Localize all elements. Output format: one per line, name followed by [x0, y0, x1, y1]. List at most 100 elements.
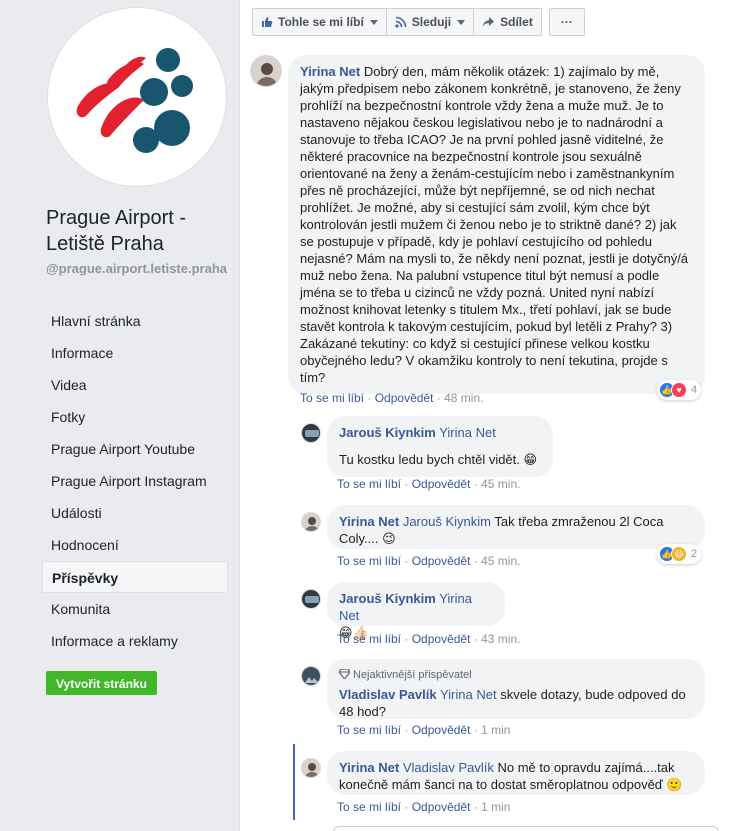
like-comment-link[interactable]: To se mi líbí: [337, 723, 401, 737]
like-comment-link[interactable]: To se mi líbí: [337, 632, 401, 646]
follow-label: Sleduji: [411, 15, 452, 29]
comment-actions: To se mi líbí · Odpovědět · 48 min.: [300, 390, 483, 406]
reply-link[interactable]: Odpovědět: [412, 800, 471, 814]
comment-timestamp[interactable]: 43 min.: [481, 632, 520, 646]
page-username[interactable]: @prague.airport.letiste.praha: [46, 261, 228, 276]
diamond-badge-icon: [338, 668, 351, 680]
comment-timestamp[interactable]: 45 min.: [481, 477, 520, 491]
page-title[interactable]: Prague Airport - Letiště Praha: [46, 205, 236, 257]
comment-text: Dobrý den, mám několik otázek: 1) zajíma…: [300, 64, 689, 385]
reply-link[interactable]: Odpovědět: [412, 554, 471, 568]
separator: ·: [404, 477, 409, 491]
avatar[interactable]: [301, 758, 321, 778]
nav-item-home[interactable]: Hlavní stránka: [42, 305, 228, 337]
reaction-count: 2: [691, 548, 698, 560]
comment-author[interactable]: Yirina Net: [339, 514, 399, 529]
avatar[interactable]: [301, 589, 321, 609]
nav-item-reviews[interactable]: Hodnocení: [42, 529, 228, 561]
nav-item-community[interactable]: Komunita: [42, 593, 228, 625]
user-avatar-icon: [302, 513, 320, 531]
like-comment-link[interactable]: To se mi líbí: [337, 554, 401, 568]
comment-author[interactable]: Jarouš Kiynkim: [339, 591, 436, 606]
comment-bubble: Yirina Net Vladislav Pavlík No mě to opr…: [327, 751, 705, 795]
comment-author[interactable]: Vladislav Pavlík: [339, 687, 437, 702]
comment-actions: To se mi líbí · Odpovědět · 45 min.: [337, 476, 520, 492]
comment-bubble: Yirina Net Dobrý den, mám několik otázek…: [288, 55, 705, 394]
reply-input-box[interactable]: [333, 826, 719, 831]
more-options-button[interactable]: ···: [548, 8, 585, 36]
haha-reaction-icon: 😆: [671, 546, 687, 562]
nav-item-events[interactable]: Události: [42, 497, 228, 529]
comment-text: Tu kostku ledu bych chtěl vidět. 😁: [339, 452, 538, 467]
separator: ·: [473, 632, 478, 646]
reply-link[interactable]: Odpovědět: [412, 723, 471, 737]
nav-item-posts[interactable]: Příspěvky: [42, 561, 228, 593]
separator: ·: [367, 391, 372, 405]
comment-actions: To se mi líbí · Odpovědět · 43 min.: [337, 631, 520, 647]
comment-bubble: Jarouš Kiynkim Yirina Net Tu kostku ledu…: [327, 416, 553, 477]
avatar[interactable]: [301, 423, 321, 443]
create-page-button[interactable]: Vytvořit stránku: [46, 671, 157, 695]
thumbs-up-icon: [262, 17, 273, 27]
comment-author[interactable]: Yirina Net: [300, 64, 360, 79]
page-sidebar: Prague Airport - Letiště Praha @prague.a…: [0, 0, 240, 831]
reaction-summary[interactable]: 👍 ♥ 4: [657, 380, 702, 400]
like-page-button[interactable]: Tohle se mi líbí: [252, 8, 387, 36]
comment-mention[interactable]: Yirina Net: [440, 687, 497, 702]
share-label: Sdílet: [500, 15, 533, 29]
avatar[interactable]: [250, 55, 282, 87]
nav-item-info-and-ads[interactable]: Informace a reklamy: [42, 625, 228, 657]
comment-bubble: Nejaktivnější přispěvatel Vladislav Pavl…: [327, 659, 705, 719]
comment-mention[interactable]: Yirina Net: [439, 425, 496, 440]
comment-mention[interactable]: Jarouš Kiynkim: [403, 514, 491, 529]
comment-author[interactable]: Yirina Net: [339, 760, 399, 775]
top-fan-label: Nejaktivnější přispěvatel: [353, 669, 472, 681]
comment-mention[interactable]: Vladislav Pavlík: [403, 760, 494, 775]
comment-timestamp[interactable]: 1 min: [481, 800, 510, 814]
page-action-bar: Tohle se mi líbí Sleduji Sdílet ···: [252, 8, 585, 36]
highlight-thread-indicator: [293, 744, 295, 820]
prague-airport-logo-icon: [76, 48, 193, 153]
comment-timestamp[interactable]: 45 min.: [481, 554, 520, 568]
reply-link[interactable]: Odpovědět: [412, 632, 471, 646]
separator: ·: [473, 800, 478, 814]
nav-item-videos[interactable]: Videa: [42, 369, 228, 401]
comment-actions: To se mi líbí · Odpovědět · 45 min.: [337, 553, 520, 569]
reaction-summary[interactable]: 👍 😆 2: [657, 544, 702, 564]
user-avatar-icon: [302, 590, 320, 608]
separator: ·: [404, 723, 409, 737]
nav-item-photos[interactable]: Fotky: [42, 401, 228, 433]
comment-timestamp[interactable]: 1 min: [481, 723, 510, 737]
reply-link[interactable]: Odpovědět: [412, 477, 471, 491]
separator: ·: [473, 554, 478, 568]
separator: ·: [404, 800, 409, 814]
separator: ·: [404, 632, 409, 646]
user-avatar-icon: [302, 424, 320, 442]
like-page-label: Tohle se mi líbí: [278, 15, 364, 29]
page-navigation: Hlavní stránka Informace Videa Fotky Pra…: [42, 305, 228, 657]
avatar[interactable]: [301, 512, 321, 532]
page-profile-picture[interactable]: [47, 7, 227, 187]
avatar[interactable]: [301, 666, 321, 686]
separator: ·: [473, 723, 478, 737]
like-comment-link[interactable]: To se mi líbí: [337, 477, 401, 491]
separator: ·: [436, 391, 441, 405]
separator: ·: [404, 554, 409, 568]
comment-timestamp[interactable]: 48 min.: [444, 391, 483, 405]
nav-item-about[interactable]: Informace: [42, 337, 228, 369]
comment-actions: To se mi líbí · Odpovědět · 1 min: [337, 722, 510, 738]
heart-reaction-icon: ♥: [671, 382, 687, 398]
comment-bubble: Jarouš Kiynkim Yirina Net 😁👍🏻: [327, 582, 505, 640]
reaction-count: 4: [691, 384, 698, 396]
nav-item-instagram[interactable]: Prague Airport Instagram: [42, 465, 228, 497]
like-comment-link[interactable]: To se mi líbí: [337, 800, 401, 814]
reply-link[interactable]: Odpovědět: [375, 391, 434, 405]
like-comment-link[interactable]: To se mi líbí: [300, 391, 364, 405]
comment-actions: To se mi líbí · Odpovědět · 1 min: [337, 799, 510, 815]
follow-button[interactable]: Sleduji: [385, 8, 475, 36]
share-button[interactable]: Sdílet: [473, 8, 542, 36]
rss-icon: [395, 16, 407, 28]
comment-author[interactable]: Jarouš Kiynkim: [339, 425, 436, 440]
chevron-down-icon: [369, 19, 378, 25]
nav-item-youtube[interactable]: Prague Airport Youtube: [42, 433, 228, 465]
